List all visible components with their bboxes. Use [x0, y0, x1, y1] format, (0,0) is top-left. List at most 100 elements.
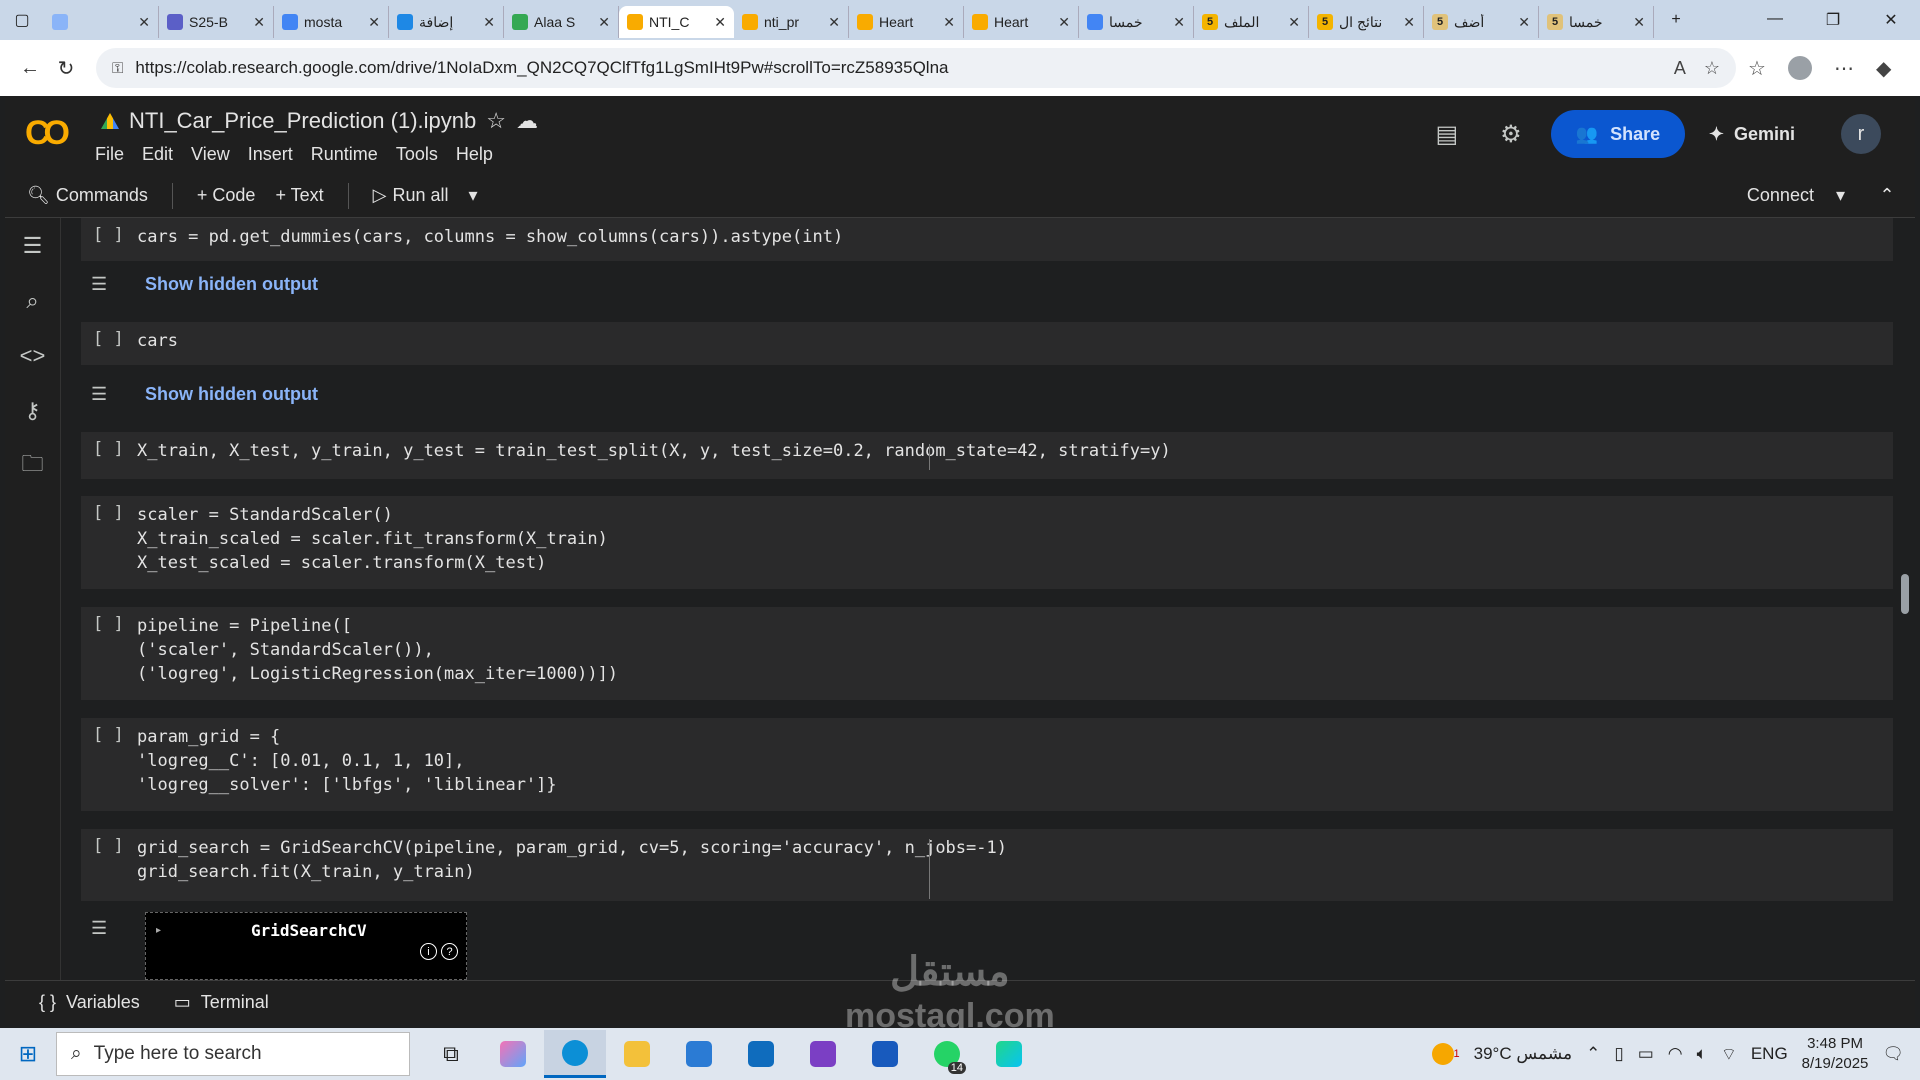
code-cell[interactable]: [ ] cars = pd.get_dummies(cars, columns …: [81, 218, 1893, 261]
pycharm-app-icon[interactable]: [978, 1030, 1040, 1078]
browser-tab[interactable]: nti_pr ✕: [734, 6, 849, 38]
code-cell[interactable]: [ ] X_train, X_test, y_train, y_test = t…: [81, 432, 1893, 479]
browser-tab[interactable]: NTI_C ✕: [619, 6, 734, 38]
word-app-icon[interactable]: [854, 1030, 916, 1078]
tab-close-icon[interactable]: ✕: [138, 14, 150, 31]
browser-tab[interactable]: 5 نتائج ال ✕: [1309, 6, 1424, 38]
weather-text[interactable]: 39°C مشمس: [1474, 1044, 1573, 1064]
menu-insert[interactable]: Insert: [248, 144, 293, 165]
minimize-icon[interactable]: —: [1746, 10, 1804, 30]
code-cell[interactable]: [ ] param_grid = {'logreg__C': [0.01, 0.…: [81, 718, 1893, 811]
notebook-title[interactable]: NTI_Car_Price_Prediction (1).ipynb: [129, 108, 476, 134]
browser-tab[interactable]: mosta ✕: [274, 6, 389, 38]
help-icon[interactable]: ?: [441, 943, 458, 960]
show-hidden-output-link[interactable]: Show hidden output: [145, 274, 318, 295]
run-cell-button[interactable]: [ ]: [93, 329, 124, 349]
store-app-icon[interactable]: [668, 1030, 730, 1078]
code-editor[interactable]: pipeline = Pipeline([('scaler', Standard…: [137, 614, 618, 686]
chevron-down-icon[interactable]: ▾: [469, 185, 478, 206]
tab-close-icon[interactable]: ✕: [1403, 14, 1415, 31]
code-cell[interactable]: [ ] pipeline = Pipeline([('scaler', Stan…: [81, 607, 1893, 700]
collapse-header-icon[interactable]: ⌃: [1859, 185, 1915, 206]
notifications-icon[interactable]: 🗨︎: [1882, 1044, 1904, 1064]
run-cell-button[interactable]: [ ]: [93, 836, 124, 856]
menu-help[interactable]: Help: [456, 144, 493, 165]
chevron-down-icon[interactable]: ▾: [1836, 185, 1845, 206]
colab-logo[interactable]: CO: [25, 114, 70, 153]
new-tab-button[interactable]: +: [1654, 0, 1698, 40]
code-snippets-icon[interactable]: <>: [5, 328, 60, 383]
browser-tab[interactable]: Heart ✕: [964, 6, 1079, 38]
gridsearchcv-widget[interactable]: ▸ GridSearchCV i ?: [145, 912, 467, 980]
task-view-icon[interactable]: ⧉: [420, 1030, 482, 1078]
weather-icon[interactable]: [1431, 1043, 1454, 1065]
browser-tab[interactable]: خمسا ✕: [1079, 6, 1194, 38]
gemini-button[interactable]: ✦ Gemini: [1709, 124, 1795, 145]
variables-button[interactable]: { } Variables: [39, 992, 140, 1013]
browser-tab[interactable]: S25-B ✕: [159, 6, 274, 38]
tab-close-icon[interactable]: ✕: [368, 14, 380, 31]
menu-runtime[interactable]: Runtime: [311, 144, 378, 165]
table-of-contents-icon[interactable]: ☰: [5, 218, 60, 273]
back-icon[interactable]: ←: [12, 50, 48, 86]
add-code-button[interactable]: + Code: [187, 185, 266, 206]
tab-close-icon[interactable]: ✕: [1173, 14, 1185, 31]
tab-actions-icon[interactable]: ▢: [0, 0, 44, 40]
comments-icon[interactable]: ▤: [1415, 120, 1479, 149]
visual-studio-icon[interactable]: [792, 1030, 854, 1078]
code-editor[interactable]: cars: [137, 329, 178, 353]
files-folder-icon[interactable]: 🗀: [5, 438, 60, 493]
browser-tab[interactable]: 5 أضف ✕: [1424, 6, 1539, 38]
taskbar-search[interactable]: ⌕ Type here to search: [56, 1032, 410, 1076]
clock[interactable]: 3:48 PM 8/19/2025: [1802, 1034, 1869, 1074]
run-cell-button[interactable]: [ ]: [93, 725, 124, 745]
browser-tab[interactable]: ✕: [44, 6, 159, 38]
windows-start-icon[interactable]: ⊞: [0, 1041, 56, 1067]
run-cell-button[interactable]: [ ]: [93, 225, 124, 245]
run-cell-button[interactable]: [ ]: [93, 614, 124, 634]
whatsapp-app-icon[interactable]: 14: [916, 1030, 978, 1078]
file-explorer-icon[interactable]: [606, 1030, 668, 1078]
share-button[interactable]: 👥 Share: [1550, 110, 1685, 158]
commands-button[interactable]: 🔍︎ Commands: [17, 185, 158, 206]
menu-view[interactable]: View: [191, 144, 230, 165]
network-icon[interactable]: ◠: [1668, 1044, 1683, 1064]
language-indicator[interactable]: ENG: [1751, 1044, 1788, 1064]
code-cell[interactable]: [ ] grid_search = GridSearchCV(pipeline,…: [81, 829, 1893, 901]
chevron-up-icon[interactable]: ⌃: [1586, 1044, 1600, 1064]
info-icon[interactable]: i: [420, 943, 437, 960]
code-cell[interactable]: [ ] scaler = StandardScaler() X_train_sca…: [81, 496, 1893, 589]
tab-close-icon[interactable]: ✕: [1058, 14, 1070, 31]
settings-gear-icon[interactable]: ⚙: [1479, 120, 1543, 149]
code-editor[interactable]: X_train, X_test, y_train, y_test = train…: [137, 439, 1171, 463]
favorites-icon[interactable]: ☆: [1748, 56, 1766, 81]
run-cell-button[interactable]: [ ]: [93, 503, 124, 523]
browser-tab[interactable]: Alaa S ✕: [504, 6, 619, 38]
outlook-app-icon[interactable]: [730, 1030, 792, 1078]
read-aloud-icon[interactable]: A: [1674, 58, 1686, 79]
browser-tab[interactable]: إضافة ✕: [389, 6, 504, 38]
code-editor[interactable]: scaler = StandardScaler() X_train_scaled …: [137, 503, 608, 575]
site-info-icon[interactable]: ⚿: [112, 60, 123, 77]
terminal-button[interactable]: ▭ Terminal: [174, 992, 269, 1013]
scrollbar[interactable]: [1901, 574, 1909, 614]
show-hidden-output-link[interactable]: Show hidden output: [145, 384, 318, 405]
output-toggle-icon[interactable]: ☰: [91, 918, 121, 939]
tab-close-icon[interactable]: ✕: [1518, 14, 1530, 31]
wifi-icon[interactable]: ⌔: [1721, 1044, 1737, 1065]
run-all-button[interactable]: ▷ Run all ▾: [363, 185, 488, 206]
output-toggle-icon[interactable]: ☰: [91, 274, 121, 295]
bookmark-star-icon[interactable]: ☆: [1704, 58, 1720, 79]
reload-icon[interactable]: ↻: [48, 50, 84, 86]
tab-close-icon[interactable]: ✕: [483, 14, 495, 31]
profile-icon[interactable]: [1787, 56, 1812, 80]
browser-tab[interactable]: 5 خمسا ✕: [1539, 6, 1654, 38]
star-icon[interactable]: ☆: [486, 108, 506, 134]
expand-triangle-icon[interactable]: ▸: [156, 925, 161, 936]
tab-close-icon[interactable]: ✕: [943, 14, 955, 31]
tab-close-icon[interactable]: ✕: [1633, 14, 1645, 31]
code-editor[interactable]: grid_search = GridSearchCV(pipeline, par…: [137, 836, 1007, 884]
secrets-key-icon[interactable]: ⚷: [5, 383, 60, 438]
more-icon[interactable]: ⋯: [1834, 56, 1854, 81]
code-editor[interactable]: cars = pd.get_dummies(cars, columns = sh…: [137, 225, 843, 249]
